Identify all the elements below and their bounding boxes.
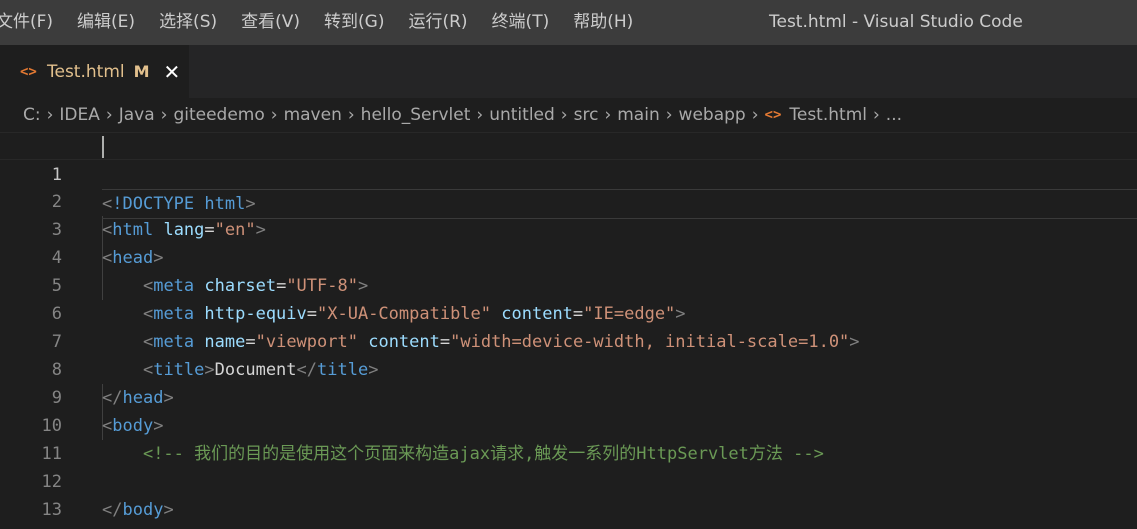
breadcrumb-item[interactable]: C: <box>23 105 41 125</box>
window-title: Test.html - Visual Studio Code <box>769 12 1023 32</box>
breadcrumb-item[interactable]: webapp <box>679 105 746 125</box>
breadcrumb-ellipsis[interactable]: ... <box>886 105 902 125</box>
code-line[interactable]: 11 <box>0 412 1137 464</box>
code-line[interactable]: 12 </body> <box>0 440 1137 520</box>
breadcrumb-item[interactable]: src <box>574 105 599 125</box>
code-line[interactable]: 5 <meta http-equiv="X-UA-Compatible" con… <box>0 244 1137 324</box>
code-line[interactable]: 9 <body> <box>0 356 1137 436</box>
chevron-right-icon: › <box>476 105 484 125</box>
breadcrumb-file[interactable]: Test.html <box>789 105 867 125</box>
chevron-right-icon: › <box>270 105 278 125</box>
code-line[interactable]: 3 <head> <box>0 188 1137 268</box>
code-line[interactable]: 10 <!-- 我们的目的是使用这个页面来构造ajax请求,触发一系列的Http… <box>0 384 1137 464</box>
menu-bar: 文件(F) 编辑(E) 选择(S) 查看(V) 转到(G) 运行(R) 终端(T… <box>0 0 645 45</box>
menu-run[interactable]: 运行(R) <box>396 0 479 45</box>
menu-edit[interactable]: 编辑(E) <box>65 0 147 45</box>
chevron-right-icon: › <box>347 105 355 125</box>
chevron-right-icon: › <box>872 105 880 125</box>
breadcrumb-item[interactable]: hello_Servlet <box>361 105 471 125</box>
line-content[interactable]: </body> <box>102 496 1137 524</box>
chevron-right-icon: › <box>46 105 54 125</box>
code-line[interactable]: 6 <meta name="viewport" content="width=d… <box>0 272 1137 352</box>
editor-tab-test-html[interactable]: <> Test.html M ✕ <box>0 45 189 98</box>
chevron-right-icon: › <box>751 105 759 125</box>
code-editor[interactable]: 1 <!DOCTYPE html> 2 <html lang="en"> 3 <… <box>0 132 1137 529</box>
menu-help[interactable]: 帮助(H) <box>561 0 645 45</box>
code-line[interactable]: 8 </head> <box>0 328 1137 408</box>
breadcrumb-item[interactable]: Java <box>119 105 155 125</box>
menu-file[interactable]: 文件(F) <box>0 0 65 45</box>
line-content[interactable]: </html> <box>102 524 1137 529</box>
breadcrumb-item[interactable]: IDEA <box>59 105 99 125</box>
breadcrumb-item[interactable]: untitled <box>489 105 555 125</box>
menu-view[interactable]: 查看(V) <box>229 0 312 45</box>
tab-bar: <> Test.html M ✕ <box>0 45 1137 98</box>
breadcrumb-item[interactable]: maven <box>284 105 342 125</box>
code-line[interactable]: 1 <!DOCTYPE html> <box>0 132 1137 219</box>
chevron-right-icon: › <box>105 105 113 125</box>
code-line[interactable]: 7 <title>Document</title> <box>0 300 1137 380</box>
tab-label: Test.html <box>47 61 125 82</box>
breadcrumb-item[interactable]: main <box>617 105 659 125</box>
chevron-right-icon: › <box>665 105 673 125</box>
breadcrumb: C: › IDEA › Java › giteedemo › maven › h… <box>0 98 1137 132</box>
menu-selection[interactable]: 选择(S) <box>147 0 229 45</box>
code-line[interactable]: 4 <meta charset="UTF-8"> <box>0 216 1137 296</box>
menu-terminal[interactable]: 终端(T) <box>480 0 562 45</box>
chevron-right-icon: › <box>560 105 568 125</box>
chevron-right-icon: › <box>604 105 612 125</box>
code-line[interactable]: 2 <html lang="en"> <box>0 160 1137 240</box>
breadcrumb-item[interactable]: giteedemo <box>173 105 264 125</box>
html-file-icon: <> <box>764 107 782 123</box>
close-icon[interactable]: ✕ <box>164 62 181 82</box>
html-file-icon: <> <box>20 63 37 80</box>
menu-go[interactable]: 转到(G) <box>312 0 396 45</box>
title-bar: 文件(F) 编辑(E) 选择(S) 查看(V) 转到(G) 运行(R) 终端(T… <box>0 0 1137 45</box>
git-modified-badge: M <box>133 62 150 81</box>
line-number: 13 <box>41 500 62 520</box>
chevron-right-icon: › <box>160 105 168 125</box>
code-line[interactable]: 13 </html> <box>0 468 1137 529</box>
text-cursor <box>102 136 104 158</box>
